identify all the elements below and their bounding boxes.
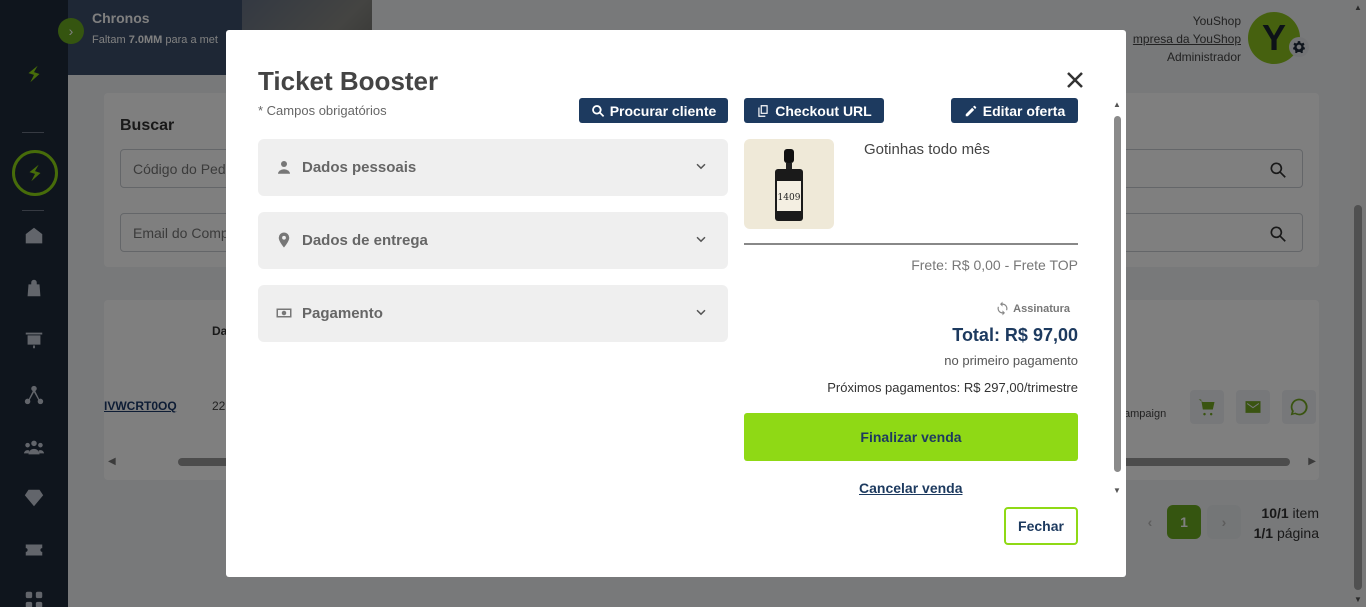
search-client-label: Procurar cliente (609, 102, 717, 119)
person-icon (275, 158, 293, 176)
chevron-down-icon (692, 158, 710, 176)
divider (744, 243, 1078, 245)
close-icon[interactable] (1064, 69, 1086, 91)
section-label: Dados de entrega (302, 232, 428, 249)
close-button[interactable]: Fechar (1004, 507, 1078, 545)
next-payments-info: Próximos pagamentos: R$ 297,00/trimestre (827, 380, 1078, 395)
finalize-sale-button[interactable]: Finalizar venda (744, 413, 1078, 461)
payment-section[interactable]: Pagamento (258, 285, 728, 342)
total-price: Total: R$ 97,00 (952, 325, 1078, 345)
cancel-sale-link[interactable]: Cancelar venda (859, 480, 963, 496)
ticket-booster-modal: Ticket Booster * Campos obrigatórios Pro… (226, 30, 1126, 577)
pencil-icon (965, 105, 977, 116)
required-fields-note: * Campos obrigatórios (258, 103, 387, 118)
modal-title: Ticket Booster (258, 66, 439, 96)
copy-icon (758, 104, 768, 117)
search-icon (591, 104, 604, 117)
refresh-icon (997, 301, 1008, 316)
money-icon (275, 304, 293, 322)
location-pin-icon (275, 231, 293, 249)
scroll-up-icon[interactable]: ▲ (1113, 100, 1121, 109)
section-label: Pagamento (302, 305, 383, 322)
chevron-down-icon (692, 231, 710, 249)
product-image: 1409 (744, 139, 834, 229)
delivery-data-section[interactable]: Dados de entrega (258, 212, 728, 269)
personal-data-section[interactable]: Dados pessoais (258, 139, 728, 196)
modal-scrollbar[interactable]: ▲ ▼ (1112, 100, 1124, 495)
edit-offer-label: Editar oferta (982, 102, 1066, 119)
first-payment-note: no primeiro pagamento (944, 353, 1078, 368)
scroll-down-icon[interactable]: ▼ (1113, 486, 1121, 495)
checkout-url-button[interactable]: Checkout URL (744, 98, 884, 123)
section-label: Dados pessoais (302, 159, 417, 176)
subscription-badge: Assinatura (995, 301, 1070, 316)
scrollbar-thumb[interactable] (1114, 116, 1121, 472)
product-name: Gotinhas todo mês (864, 141, 990, 158)
edit-offer-button[interactable]: Editar oferta (951, 98, 1078, 123)
checkout-url-label: Checkout URL (775, 102, 872, 119)
subscription-label: Assinatura (1013, 302, 1070, 315)
svg-text:1409: 1409 (778, 193, 801, 203)
shipping-info: Frete: R$ 0,00 - Frete TOP (911, 257, 1078, 273)
chevron-down-icon (692, 304, 710, 322)
search-client-button[interactable]: Procurar cliente (579, 98, 728, 123)
